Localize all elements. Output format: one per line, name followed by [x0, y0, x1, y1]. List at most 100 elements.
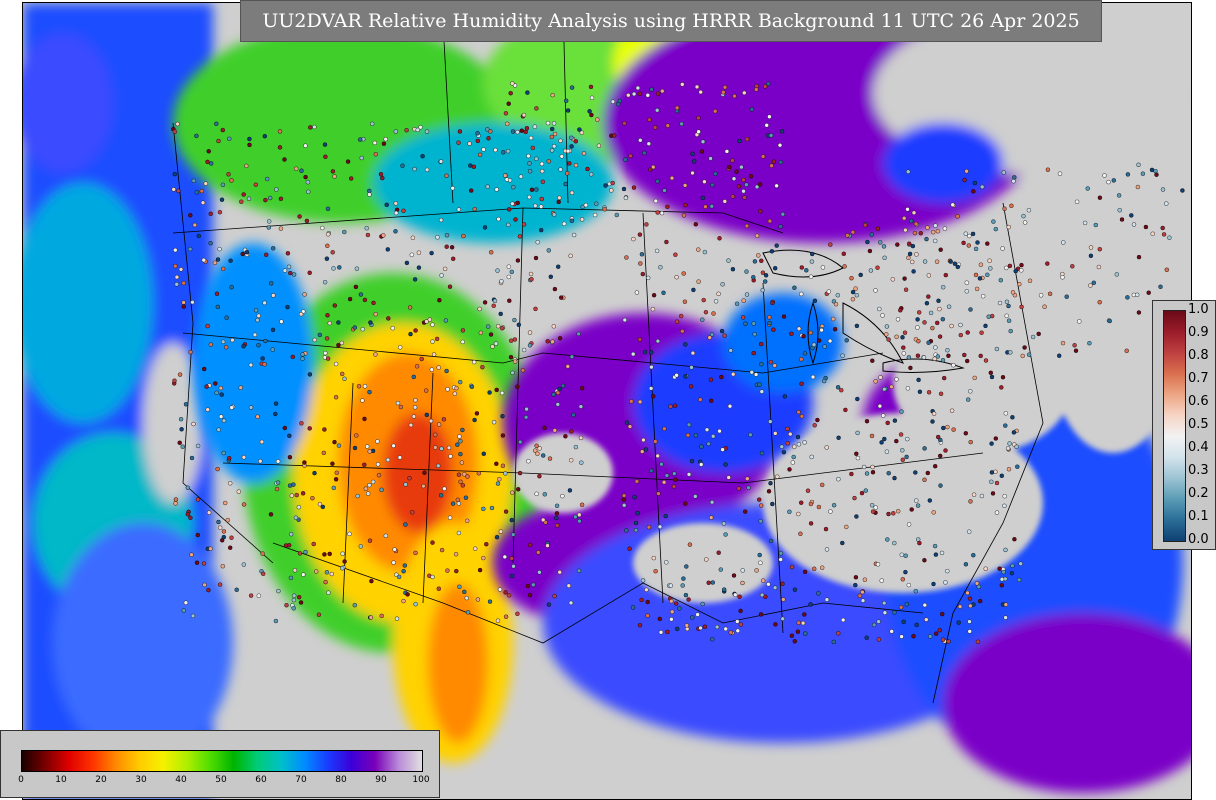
observation-dot	[260, 551, 265, 556]
observation-dot	[699, 444, 704, 449]
observation-dot	[631, 185, 637, 190]
observation-dot	[870, 509, 876, 514]
observation-dot	[906, 169, 911, 174]
observation-dot	[215, 466, 220, 472]
observation-dot	[262, 362, 267, 367]
observation-dot	[796, 326, 802, 331]
observation-dot	[1022, 345, 1027, 350]
observation-dot	[942, 226, 948, 231]
observation-dot	[505, 148, 511, 154]
observation-dot	[172, 171, 178, 177]
observation-dot	[768, 133, 774, 138]
observation-dot	[791, 454, 796, 460]
observation-dot	[477, 306, 482, 312]
observation-dot	[723, 626, 728, 632]
observation-dot	[649, 350, 654, 355]
observation-dot	[208, 546, 213, 551]
observation-dot	[277, 129, 283, 134]
observation-dot	[737, 138, 742, 144]
observation-dot	[820, 265, 826, 270]
observation-dot	[621, 497, 626, 502]
observation-dot	[208, 211, 213, 217]
observation-dot	[804, 268, 809, 273]
observation-dot	[696, 279, 701, 284]
observation-dot	[447, 284, 453, 289]
observation-dot	[657, 616, 662, 622]
observation-dot	[843, 407, 848, 413]
observation-dot	[743, 321, 748, 326]
observation-dot	[975, 240, 980, 245]
observation-dot	[573, 444, 579, 450]
observation-dot	[614, 212, 619, 218]
observation-dot	[801, 334, 806, 339]
observation-dot	[234, 587, 239, 592]
observation-dot	[542, 425, 547, 430]
observation-dot	[190, 613, 196, 619]
observation-dot	[484, 542, 489, 547]
observation-dot	[247, 142, 252, 148]
observation-dot	[403, 522, 408, 527]
observation-dot	[889, 629, 894, 634]
observation-dot	[552, 428, 557, 433]
observation-dot	[433, 445, 438, 450]
observation-dot	[465, 518, 470, 523]
observation-dot	[489, 250, 494, 255]
observation-dot	[679, 121, 684, 127]
observation-dot	[682, 299, 688, 304]
observation-dot	[1002, 503, 1007, 508]
observation-dot	[541, 453, 546, 458]
observation-dot	[512, 337, 518, 342]
observation-dot	[948, 259, 953, 264]
observation-dot	[886, 337, 891, 342]
observation-dot	[1005, 446, 1011, 451]
observation-dot	[939, 550, 945, 556]
observation-dot	[1010, 563, 1015, 568]
observation-dot	[508, 90, 513, 96]
observation-dot	[552, 593, 557, 599]
observation-dot	[831, 639, 836, 645]
observation-dot	[728, 348, 733, 353]
observation-dot	[1014, 444, 1019, 449]
observation-dot	[626, 92, 631, 98]
observation-dot	[654, 248, 660, 254]
observation-dot	[481, 555, 486, 561]
observation-dot	[468, 163, 473, 168]
observation-dot	[1070, 264, 1075, 269]
observation-dot	[698, 397, 703, 402]
observation-dot	[277, 145, 283, 150]
observation-dot	[839, 388, 844, 393]
observation-dot	[713, 299, 719, 304]
observation-dot	[809, 259, 815, 264]
observation-dot	[902, 276, 907, 281]
observation-dot	[221, 418, 227, 423]
observation-dot	[528, 135, 534, 141]
observation-dot	[292, 568, 298, 573]
observation-dot	[911, 269, 916, 274]
observation-dot	[642, 349, 648, 355]
observation-dot	[668, 404, 673, 409]
observation-dot	[799, 357, 804, 362]
observation-dot	[408, 422, 414, 428]
observation-dot	[649, 364, 654, 370]
observation-dot	[664, 473, 670, 478]
observation-dot	[279, 319, 284, 324]
observation-dot	[745, 476, 750, 481]
observation-dot	[359, 155, 364, 161]
observation-dot	[439, 446, 444, 451]
observation-dot	[275, 459, 281, 464]
observation-dot	[918, 230, 923, 236]
observation-dot	[1030, 334, 1036, 340]
observation-dot	[780, 581, 785, 586]
observation-dot	[634, 290, 640, 295]
observation-dot	[1022, 220, 1028, 225]
observation-dot	[640, 449, 645, 454]
observation-dot	[413, 602, 418, 607]
observation-dot	[933, 552, 939, 557]
observation-dot	[274, 486, 280, 492]
observation-dot	[880, 313, 885, 318]
observation-dot	[764, 123, 769, 128]
observation-dot	[424, 388, 429, 393]
observation-dot	[898, 605, 904, 610]
observation-dot	[449, 245, 455, 250]
observation-dot	[850, 229, 856, 235]
